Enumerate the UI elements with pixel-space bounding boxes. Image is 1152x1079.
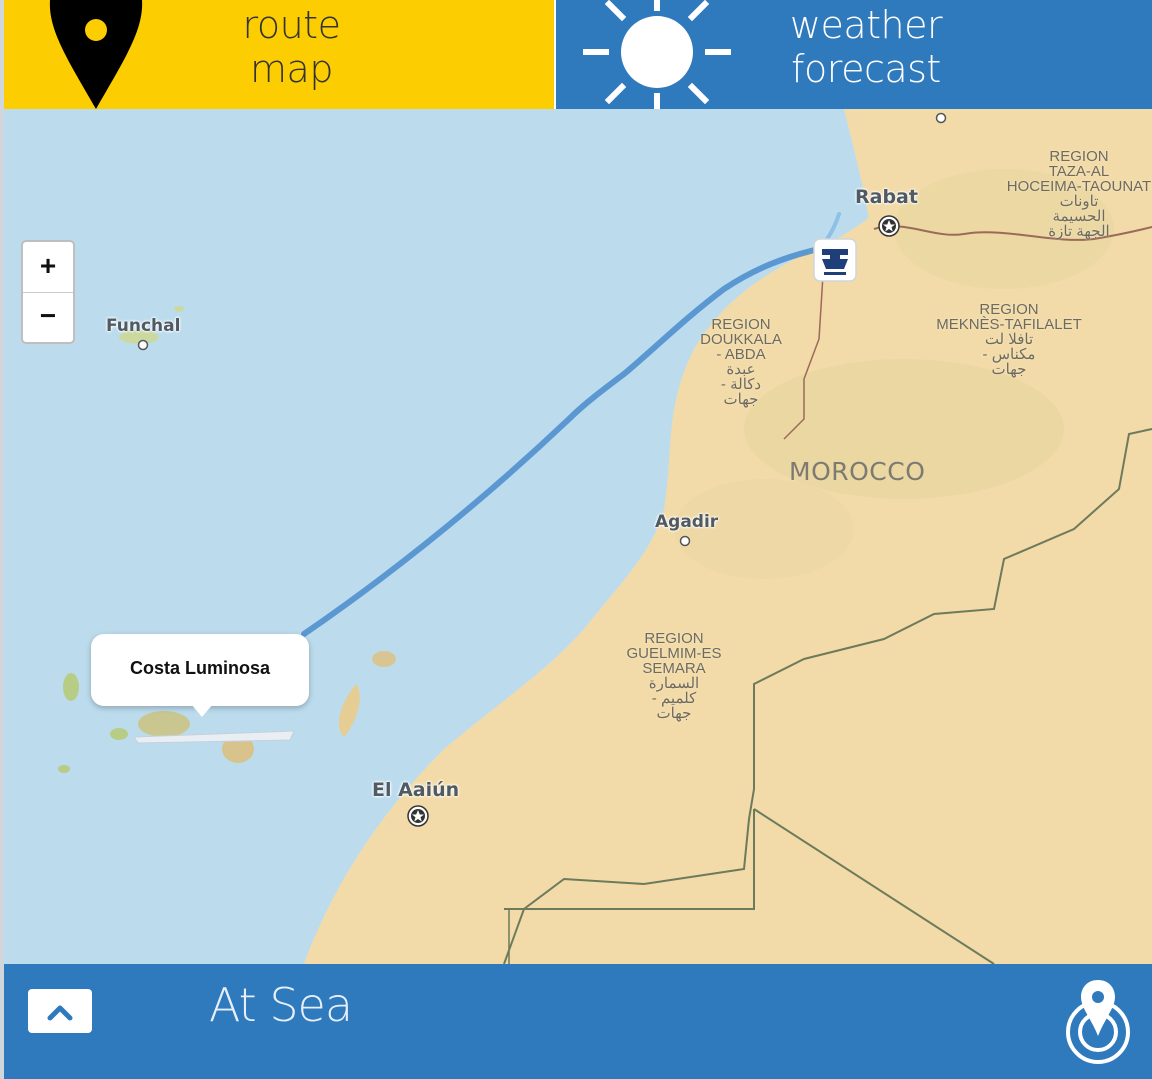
- map-pin-icon: [49, 0, 143, 109]
- status-bar: At Sea: [4, 964, 1152, 1079]
- expand-button[interactable]: [28, 989, 92, 1033]
- place-agadir: Agadir: [655, 512, 719, 532]
- region-doukkala: REGION DOUKKALA - ABDA عبدة - دكالة جهات: [700, 316, 782, 408]
- voyage-status: At Sea: [209, 978, 353, 1032]
- place-funchal: Funchal: [106, 316, 181, 336]
- route-map-label-line2: map: [250, 47, 333, 91]
- region-guelmim: REGION GUELMIM-ES SEMARA السمارة - كلميم…: [626, 630, 722, 722]
- region-taza: REGION TAZA-AL HOCEIMA-TAOUNAT تاونات ال…: [1006, 148, 1152, 240]
- route-map-label-line1: route: [242, 3, 341, 47]
- zoom-in-button[interactable]: +: [23, 242, 73, 293]
- zoom-control: + −: [21, 240, 75, 344]
- popup-tip: [191, 704, 213, 717]
- zoom-out-button[interactable]: −: [23, 292, 73, 342]
- map-basemap: [58, 109, 1152, 964]
- route-map[interactable]: Funchal Rabat Agadir El Aaiún REGION TAZ…: [4, 109, 1152, 964]
- tab-route-map[interactable]: route map: [4, 0, 554, 109]
- place-el-aaiun: El Aaiún: [372, 779, 460, 801]
- anchor-icon: [813, 238, 857, 282]
- weather-forecast-label-line2: forecast: [791, 47, 941, 91]
- chevron-up-icon: [47, 1005, 73, 1021]
- country-label-morocco: MOROCCO: [789, 457, 926, 486]
- canary-islands: [63, 673, 79, 701]
- ship-popup[interactable]: Costa Luminosa: [91, 634, 309, 717]
- weather-forecast-label-line1: weather: [789, 3, 943, 47]
- capital-marker-rabat: [878, 215, 900, 237]
- location-target-icon[interactable]: [1062, 978, 1134, 1064]
- region-meknes: REGION MEKNÈS-TAFILALET تافلا لت - مكناس…: [936, 301, 1082, 378]
- capital-marker-el-aaiun: [407, 805, 429, 827]
- route-map-label: route map: [204, 3, 379, 91]
- sun-icon: [583, 0, 731, 109]
- place-rabat: Rabat: [855, 186, 918, 208]
- weather-forecast-label: weather forecast: [776, 3, 956, 91]
- ship-name: Costa Luminosa: [129, 658, 271, 678]
- tab-weather-forecast[interactable]: weather forecast: [556, 0, 1152, 109]
